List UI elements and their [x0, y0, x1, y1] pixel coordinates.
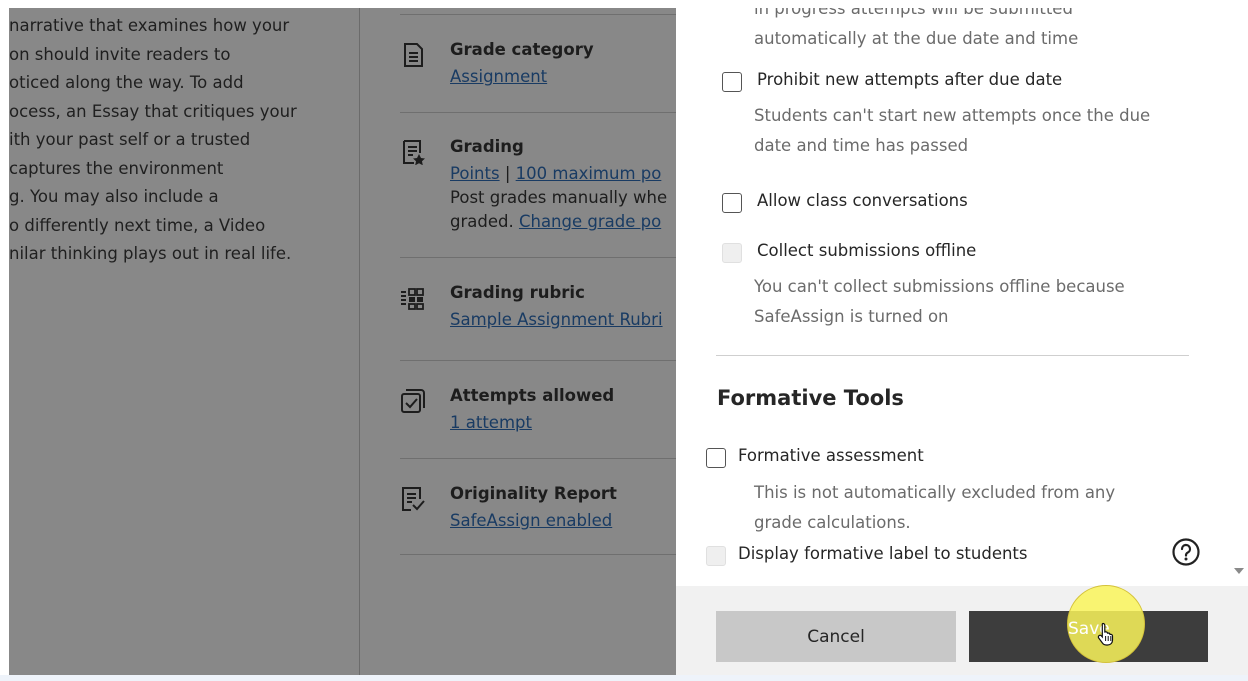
prohibit-new-attempts-label[interactable]: Prohibit new attempts after due date	[757, 70, 1062, 89]
separator: |	[504, 164, 511, 183]
collect-submissions-offline-help: You can't collect submissions offline be…	[754, 272, 1125, 332]
grading-icon	[403, 140, 425, 165]
collect-submissions-offline-label: Collect submissions offline	[757, 241, 977, 260]
help-line: You can't collect submissions offline be…	[754, 277, 1125, 296]
divider	[400, 458, 676, 459]
attempts-icon	[401, 389, 425, 413]
collect-submissions-offline-checkbox	[722, 243, 742, 263]
help-line: automatically at the due date and time	[754, 29, 1079, 48]
grade-category-link[interactable]: Assignment	[450, 67, 547, 86]
description-line: narrative that examines how your	[9, 16, 290, 35]
divider	[400, 14, 676, 15]
prohibit-new-attempts-help: Students can't start new attempts once t…	[754, 101, 1150, 161]
description-line: captures the environment	[9, 158, 224, 178]
assignment-details-backdrop: narrative that examines how your on shou…	[9, 8, 676, 675]
help-line: This is not automatically excluded from …	[754, 483, 1116, 502]
display-formative-label-label: Display formative label to students	[738, 544, 1028, 563]
description-line: g. You may also include a	[9, 187, 219, 206]
panel-footer: Cancel	[676, 586, 1248, 675]
help-line: date and time has passed	[754, 136, 969, 155]
attempts-allowed-link[interactable]: 1 attempt	[450, 413, 532, 432]
graded-text: graded.	[450, 212, 514, 231]
description-line: nilar thinking plays out in real life.	[9, 244, 292, 263]
assignment-settings-panel: in progress attempts will be submitted a…	[676, 8, 1248, 675]
grading-title: Grading	[450, 137, 524, 156]
rubric-icon	[401, 288, 424, 310]
help-line: grade calculations.	[754, 513, 911, 532]
prohibit-new-attempts-checkbox[interactable]	[722, 72, 742, 92]
allow-class-conversations-checkbox[interactable]	[722, 193, 742, 213]
grading-post-text-2: graded. Change grade po	[450, 212, 661, 231]
divider	[400, 554, 676, 555]
bottom-strip	[0, 675, 1248, 681]
change-grade-posting-link[interactable]: Change grade po	[519, 212, 661, 231]
originality-report-title: Originality Report	[450, 484, 617, 503]
description-line: o differently next time, a Video	[9, 215, 266, 235]
assignment-description: narrative that examines how your on shou…	[9, 12, 359, 269]
description-line: ocess, an Essay that critiques your	[9, 101, 297, 121]
attempts-allowed-title: Attempts allowed	[450, 386, 615, 405]
help-icon[interactable]	[1171, 537, 1201, 567]
description-line: on should invite readers to	[9, 44, 231, 64]
formative-assessment-label[interactable]: Formative assessment	[738, 446, 924, 465]
formative-assessment-checkbox[interactable]	[706, 448, 726, 468]
help-line: SafeAssign is turned on	[754, 307, 949, 326]
safeassign-link[interactable]: SafeAssign enabled	[450, 511, 612, 530]
section-divider	[716, 355, 1189, 356]
help-line: in progress attempts will be submitted	[754, 8, 1073, 18]
grading-post-text: Post grades manually whe	[450, 188, 668, 207]
scroll-down-arrow[interactable]	[1234, 568, 1244, 574]
due-date-help-text: in progress attempts will be submitted a…	[754, 8, 1078, 54]
points-link[interactable]: Points	[450, 164, 500, 183]
hand-pointer-icon	[1097, 622, 1114, 646]
cancel-button[interactable]: Cancel	[716, 611, 956, 662]
formative-assessment-help: This is not automatically excluded from …	[754, 478, 1115, 538]
divider	[400, 112, 676, 113]
page: narrative that examines how your on shou…	[0, 0, 1248, 681]
column-divider	[359, 8, 360, 675]
help-line: Students can't start new attempts once t…	[754, 106, 1151, 125]
grading-rubric-title: Grading rubric	[450, 283, 585, 302]
formative-tools-heading: Formative Tools	[717, 386, 904, 410]
document-icon	[404, 43, 423, 67]
description-line: ith your past self or a trusted	[9, 130, 251, 149]
grading-rubric-link[interactable]: Sample Assignment Rubri	[450, 310, 663, 329]
divider	[400, 360, 676, 361]
display-formative-label-checkbox	[706, 546, 726, 566]
grade-category-title: Grade category	[450, 40, 594, 59]
grading-scheme: Points | 100 maximum po	[450, 164, 661, 183]
allow-class-conversations-label[interactable]: Allow class conversations	[757, 191, 968, 210]
divider	[400, 257, 676, 258]
description-line: oticed along the way. To add	[9, 73, 244, 92]
originality-report-icon	[402, 487, 425, 511]
maximum-points-link[interactable]: 100 maximum po	[516, 164, 662, 183]
